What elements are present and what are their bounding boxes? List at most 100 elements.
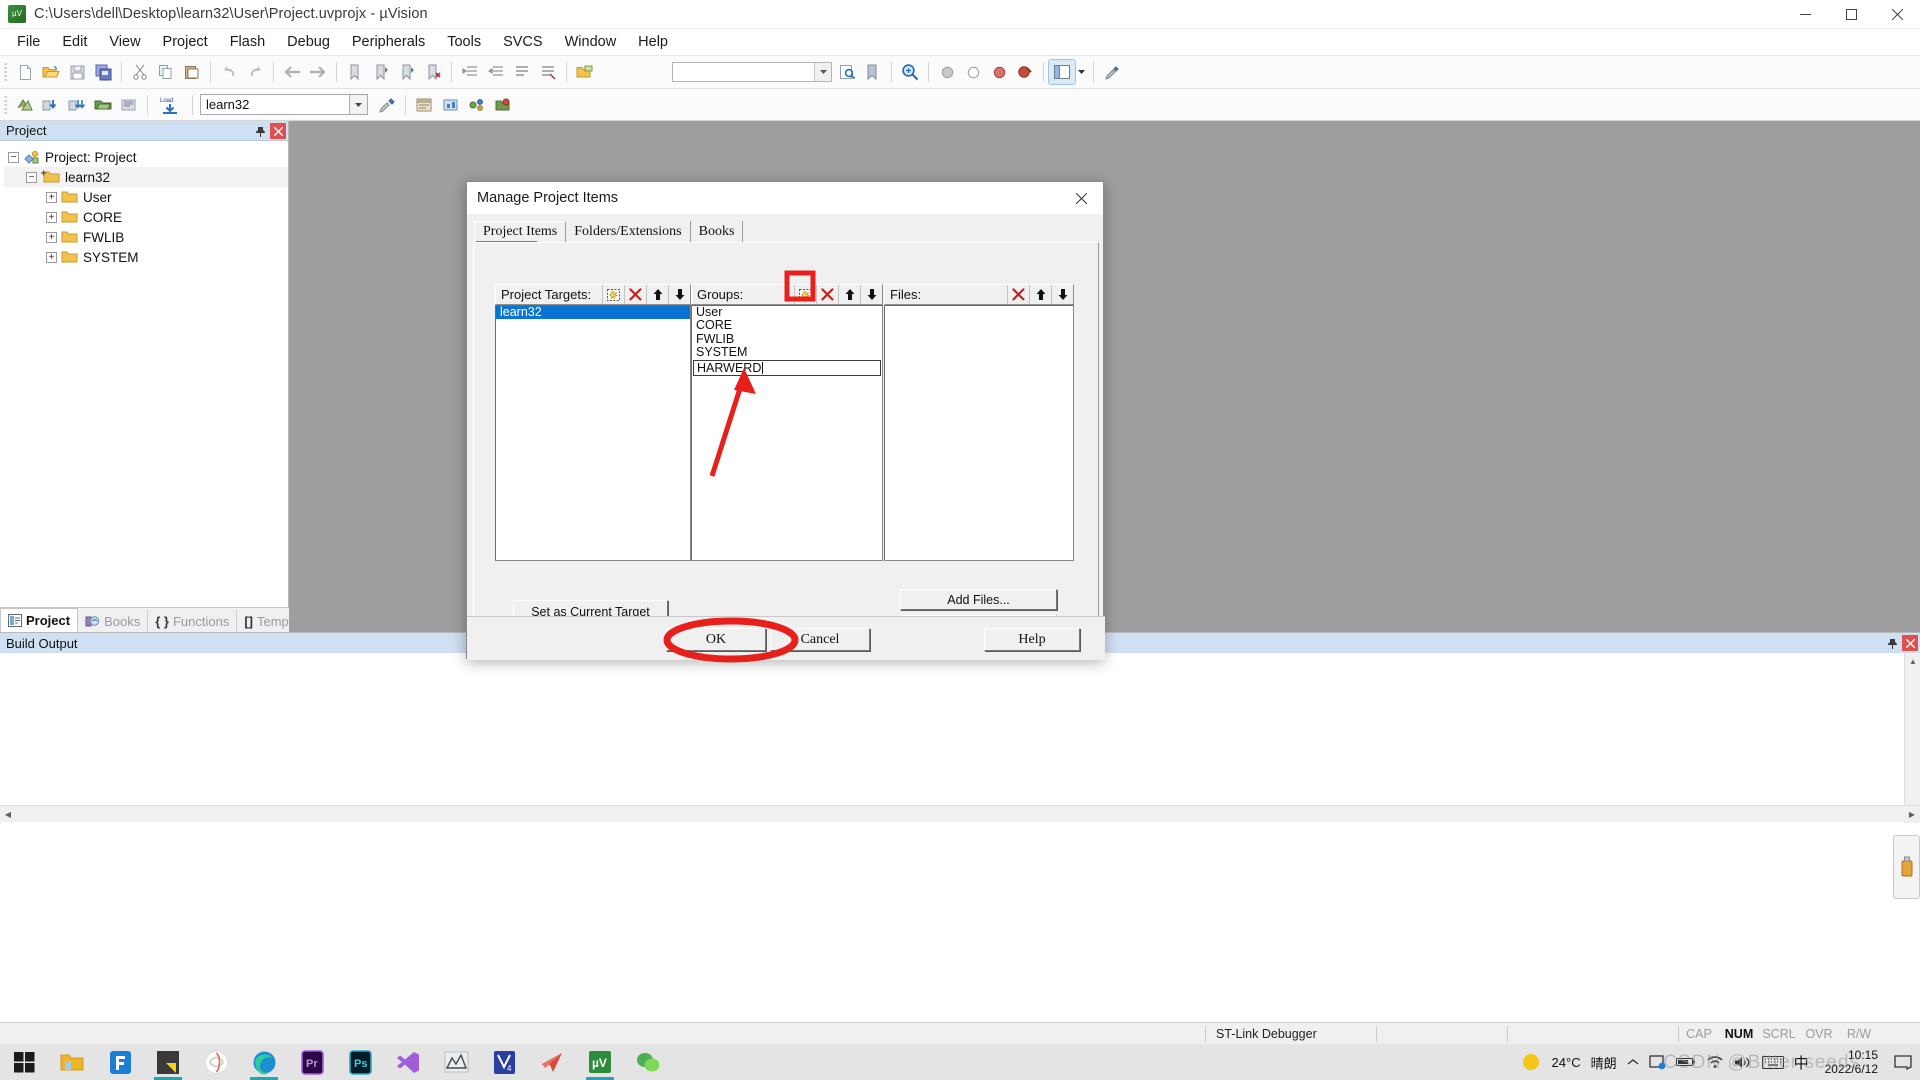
group-item[interactable]: FWLIB [692,333,882,346]
scroll-up-icon[interactable]: ▲ [1905,653,1920,669]
breakpoint-kill-icon[interactable] [1012,60,1038,84]
menu-debug[interactable]: Debug [276,31,341,53]
zoom-icon[interactable] [897,60,923,84]
menu-edit[interactable]: Edit [51,31,98,53]
navigate-back-icon[interactable] [279,60,305,84]
toolbar-grip[interactable] [4,95,8,115]
cut-icon[interactable] [127,60,153,84]
delete-item-icon[interactable] [816,285,838,304]
manage-runtime-icon[interactable] [463,93,489,117]
save-all-icon[interactable] [90,60,116,84]
delete-item-icon[interactable] [1007,285,1029,304]
bookmark-prev-icon[interactable] [368,60,394,84]
photoshop-icon[interactable]: Ps [336,1044,384,1080]
dialog-tab-folders-extensions[interactable]: Folders/Extensions [566,221,690,242]
tree-node-fwlib[interactable]: + FWLIB [4,227,288,247]
scroll-right-icon[interactable]: ▶ [1904,806,1920,822]
menu-window[interactable]: Window [554,31,628,53]
manage-project-items-icon[interactable] [411,93,437,117]
maximize-button[interactable] [1828,0,1874,29]
premiere-pro-icon[interactable]: Pr [288,1044,336,1080]
chevron-up-icon[interactable] [1627,1058,1639,1066]
download-icon[interactable]: Load [153,93,187,117]
svcs-icon[interactable] [489,93,515,117]
build-output-body[interactable]: ▲ ▼ [0,653,1920,823]
close-icon[interactable] [1902,635,1918,651]
pin-icon[interactable] [1884,635,1900,651]
configure-icon[interactable] [1099,60,1125,84]
breakpoint-disable-icon[interactable] [960,60,986,84]
find-in-files-icon[interactable] [834,60,860,84]
keyboard-icon[interactable] [1762,1056,1784,1069]
expander-icon[interactable]: − [26,172,37,183]
menu-file[interactable]: File [6,31,51,53]
chevron-down-icon[interactable] [814,63,831,81]
navigate-forward-icon[interactable] [305,60,331,84]
rebuild-icon[interactable] [64,93,90,117]
wps-icon[interactable] [192,1044,240,1080]
move-down-icon[interactable] [860,285,882,304]
taskbar-clock[interactable]: 10:15 2022/6/12 [1819,1048,1884,1076]
expander-icon[interactable]: + [46,252,57,263]
expander-icon[interactable]: + [46,212,57,223]
vivado-icon[interactable]: 4 [480,1044,528,1080]
scroll-left-icon[interactable]: ◀ [0,806,16,822]
start-icon[interactable] [0,1044,48,1080]
sticky-notes-icon[interactable] [144,1044,192,1080]
indent-icon[interactable] [457,60,483,84]
menu-svcs[interactable]: SVCS [492,31,554,53]
window-layout-dropdown-icon[interactable] [1075,60,1088,84]
breakpoint-disable-all-icon[interactable] [986,60,1012,84]
batch-build-icon[interactable] [90,93,116,117]
translate-icon[interactable] [12,93,38,117]
tree-node-user[interactable]: + User [4,187,288,207]
new-item-icon[interactable] [602,285,624,304]
comment-icon[interactable] [509,60,535,84]
wechat-icon[interactable] [624,1044,672,1080]
cancel-button[interactable]: Cancel [770,628,870,651]
close-icon[interactable] [270,123,286,139]
help-button[interactable]: Help [984,628,1080,651]
move-up-icon[interactable] [1029,285,1051,304]
build-output-hscrollbar[interactable]: ◀ ▶ [0,805,1920,822]
move-up-icon[interactable] [646,285,668,304]
bookmark-next-icon[interactable] [394,60,420,84]
dialog-close-button[interactable] [1059,182,1103,214]
weather-temperature[interactable]: 24°C [1552,1055,1581,1070]
build-output-vscrollbar[interactable]: ▲ ▼ [1904,653,1920,823]
foxit-reader-icon[interactable] [96,1044,144,1080]
ime-indicator[interactable]: 中 [1794,1052,1809,1073]
target-options-icon[interactable] [374,93,400,117]
minimize-button[interactable] [1782,0,1828,29]
volume-icon[interactable] [1734,1055,1752,1070]
bookmark-toggle-icon[interactable] [342,60,368,84]
pack-installer-icon[interactable] [437,93,463,117]
tab-project[interactable]: Project [0,608,78,632]
group-item[interactable]: User [692,306,882,319]
onedrive-icon[interactable] [1649,1054,1666,1070]
copy-icon[interactable] [153,60,179,84]
new-file-icon[interactable] [12,60,38,84]
battery-icon[interactable] [1676,1056,1696,1068]
matlab-icon[interactable] [432,1044,480,1080]
open-file-icon[interactable] [38,60,64,84]
action-center-icon[interactable] [1894,1054,1912,1070]
tree-node-learn32[interactable]: − learn32 [4,167,288,187]
expander-icon[interactable]: − [8,152,19,163]
ok-button[interactable]: OK [666,628,766,651]
move-down-icon[interactable] [668,285,690,304]
weather-condition[interactable]: 晴朗 [1591,1053,1617,1072]
menu-flash[interactable]: Flash [219,31,276,53]
paste-icon[interactable] [179,60,205,84]
expander-icon[interactable]: + [46,192,57,203]
group-name-input[interactable]: HARWERD [693,360,881,376]
groups-listbox[interactable]: User CORE FWLIB SYSTEM HARWERD [691,305,883,561]
stop-build-icon[interactable] [116,93,142,117]
dialog-tab-project-items[interactable]: Project Items [474,221,566,242]
target-selector[interactable]: learn32 [200,94,350,115]
navicat-icon[interactable] [528,1044,576,1080]
tree-node-project[interactable]: − Project: Project [4,147,288,167]
breakpoint-icon[interactable] [934,60,960,84]
find-combo[interactable] [672,62,832,82]
menu-help[interactable]: Help [627,31,679,53]
